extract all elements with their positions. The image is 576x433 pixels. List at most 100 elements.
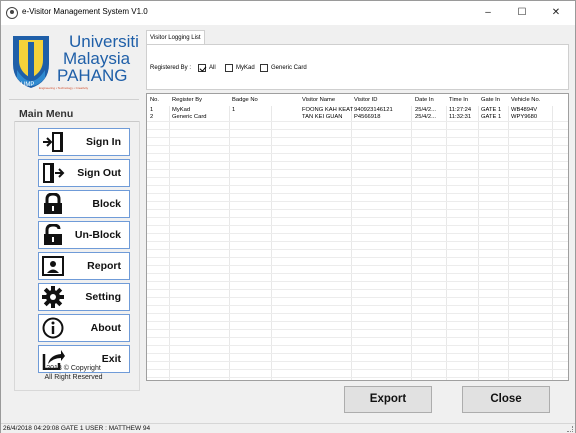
row-divider (147, 265, 568, 266)
col-badge-no[interactable]: Badge No (232, 97, 258, 103)
cell-no: 2 (150, 114, 154, 120)
logo-badge-text: UMP (21, 82, 34, 88)
column-divider (478, 106, 479, 380)
row-divider (147, 297, 568, 298)
row-divider (147, 289, 568, 290)
cell-visitor-name: TAN KEI GUAN (302, 114, 343, 120)
row-divider (147, 313, 568, 314)
filter-generic-card-checkbox[interactable] (260, 64, 268, 72)
cell-register-by: MyKad (172, 107, 191, 113)
close-button[interactable]: Close (462, 386, 550, 413)
row-divider (147, 329, 568, 330)
cell-vehicle-no: WB4894V (511, 107, 538, 113)
row-divider (147, 233, 568, 234)
col-visitor-name[interactable]: Visitor Name (302, 97, 335, 103)
row-divider (147, 321, 568, 322)
logo-word-malaysia: Malaysia (63, 49, 131, 68)
copyright-line-1: 2018 © Copyright (46, 365, 101, 372)
col-visitor-id[interactable]: Visitor ID (354, 97, 377, 103)
filter-mykad-label: MyKad (236, 65, 255, 71)
col-no[interactable]: No. (150, 97, 159, 103)
app-person-icon (6, 7, 18, 19)
col-gate-in[interactable]: Gate In (481, 97, 500, 103)
cell-gate-in: GATE 1 (481, 114, 502, 120)
registered-by-label: Registered By : (150, 65, 192, 71)
lock-closed-icon (44, 193, 62, 214)
about-button[interactable]: About (38, 314, 130, 342)
row-divider (147, 337, 568, 338)
setting-button[interactable]: Setting (38, 283, 130, 311)
row-divider (147, 137, 568, 138)
row-divider (147, 217, 568, 218)
report-button[interactable]: Report (38, 252, 130, 280)
logo-word-pahang: PAHANG (57, 66, 128, 85)
row-divider (147, 249, 568, 250)
cell-vehicle-no: WPY9680 (511, 114, 538, 120)
row-divider (147, 153, 568, 154)
column-divider (351, 106, 352, 380)
cell-badge-no: 1 (232, 107, 236, 113)
row-divider (147, 257, 568, 258)
sign-out-label: Sign Out (77, 167, 121, 179)
row-divider (147, 177, 568, 178)
cell-date-in: 25/4/2... (415, 114, 436, 120)
about-label: About (90, 322, 121, 334)
copyright: 2018 © Copyright All Right Reserved (6, 364, 141, 382)
copyright-line-2: All Right Reserved (44, 374, 103, 381)
col-date-in[interactable]: Date In (415, 97, 434, 103)
sidebar: UMP Universiti Malaysia PAHANG Engineeri… (6, 28, 141, 393)
cell-visitor-id: 940923146121 (354, 107, 393, 113)
cell-visitor-name: FOONG KAH KEAT (302, 107, 354, 113)
resize-grip-icon[interactable] (567, 426, 573, 432)
sign-in-button[interactable]: Sign In (38, 128, 130, 156)
row-divider (147, 273, 568, 274)
minimize-button[interactable]: – (471, 1, 505, 25)
sign-out-button[interactable]: Sign Out (38, 159, 130, 187)
tab-visitor-logging-list[interactable]: Visitor Logging List (146, 30, 205, 45)
unblock-button[interactable]: Un-Block (38, 221, 130, 249)
ump-shield-icon: UMP (13, 36, 49, 88)
column-divider (169, 106, 170, 380)
filter-mykad-checkbox[interactable] (225, 64, 233, 72)
export-button[interactable]: Export (344, 386, 432, 413)
col-time-in[interactable]: Time In (449, 97, 468, 103)
window-title: e-Visitor Management System V1.0 (22, 7, 148, 16)
row-divider (147, 377, 568, 378)
main-window: e-Visitor Management System V1.0 – ☐ ✕ U… (0, 0, 576, 433)
row-divider (147, 209, 568, 210)
table-row[interactable]: 2 Generic Card TAN KEI GUAN P4566918 25/… (147, 114, 568, 121)
lock-open-icon (44, 224, 62, 245)
report-person-icon (42, 256, 64, 276)
title-bar[interactable]: e-Visitor Management System V1.0 – ☐ ✕ (1, 1, 575, 25)
col-vehicle-no[interactable]: Vehicle No. (511, 97, 540, 103)
maximize-button[interactable]: ☐ (505, 1, 539, 25)
row-divider (147, 361, 568, 362)
column-divider (508, 106, 509, 380)
row-divider (147, 345, 568, 346)
filter-generic-card-label: Generic Card (271, 65, 307, 71)
logo-divider (9, 99, 139, 100)
unblock-label: Un-Block (74, 229, 121, 241)
sign-in-label: Sign In (86, 136, 121, 148)
row-divider (147, 281, 568, 282)
visitor-table[interactable]: No. Register By Badge No Visitor Name Vi… (146, 93, 569, 381)
col-register-by[interactable]: Register By (172, 97, 202, 103)
block-button[interactable]: Block (38, 190, 130, 218)
row-divider (147, 241, 568, 242)
row-divider (147, 161, 568, 162)
row-divider (147, 185, 568, 186)
row-divider (147, 369, 568, 370)
row-divider (147, 129, 568, 130)
table-row[interactable]: 1 MyKad 1 FOONG KAH KEAT 940923146121 25… (147, 107, 568, 114)
filter-all-checkbox[interactable] (198, 64, 206, 72)
row-divider (147, 201, 568, 202)
row-divider (147, 225, 568, 226)
row-divider (147, 121, 568, 122)
logo-tagline: Engineering • Technology • Creativity (39, 86, 89, 90)
row-divider (147, 145, 568, 146)
sign-out-door-icon (43, 163, 65, 183)
main-menu-heading: Main Menu (19, 108, 74, 120)
cell-gate-in: GATE 1 (481, 107, 502, 113)
close-window-button[interactable]: ✕ (539, 1, 573, 25)
cell-time-in: 11:32:31 (449, 114, 472, 120)
